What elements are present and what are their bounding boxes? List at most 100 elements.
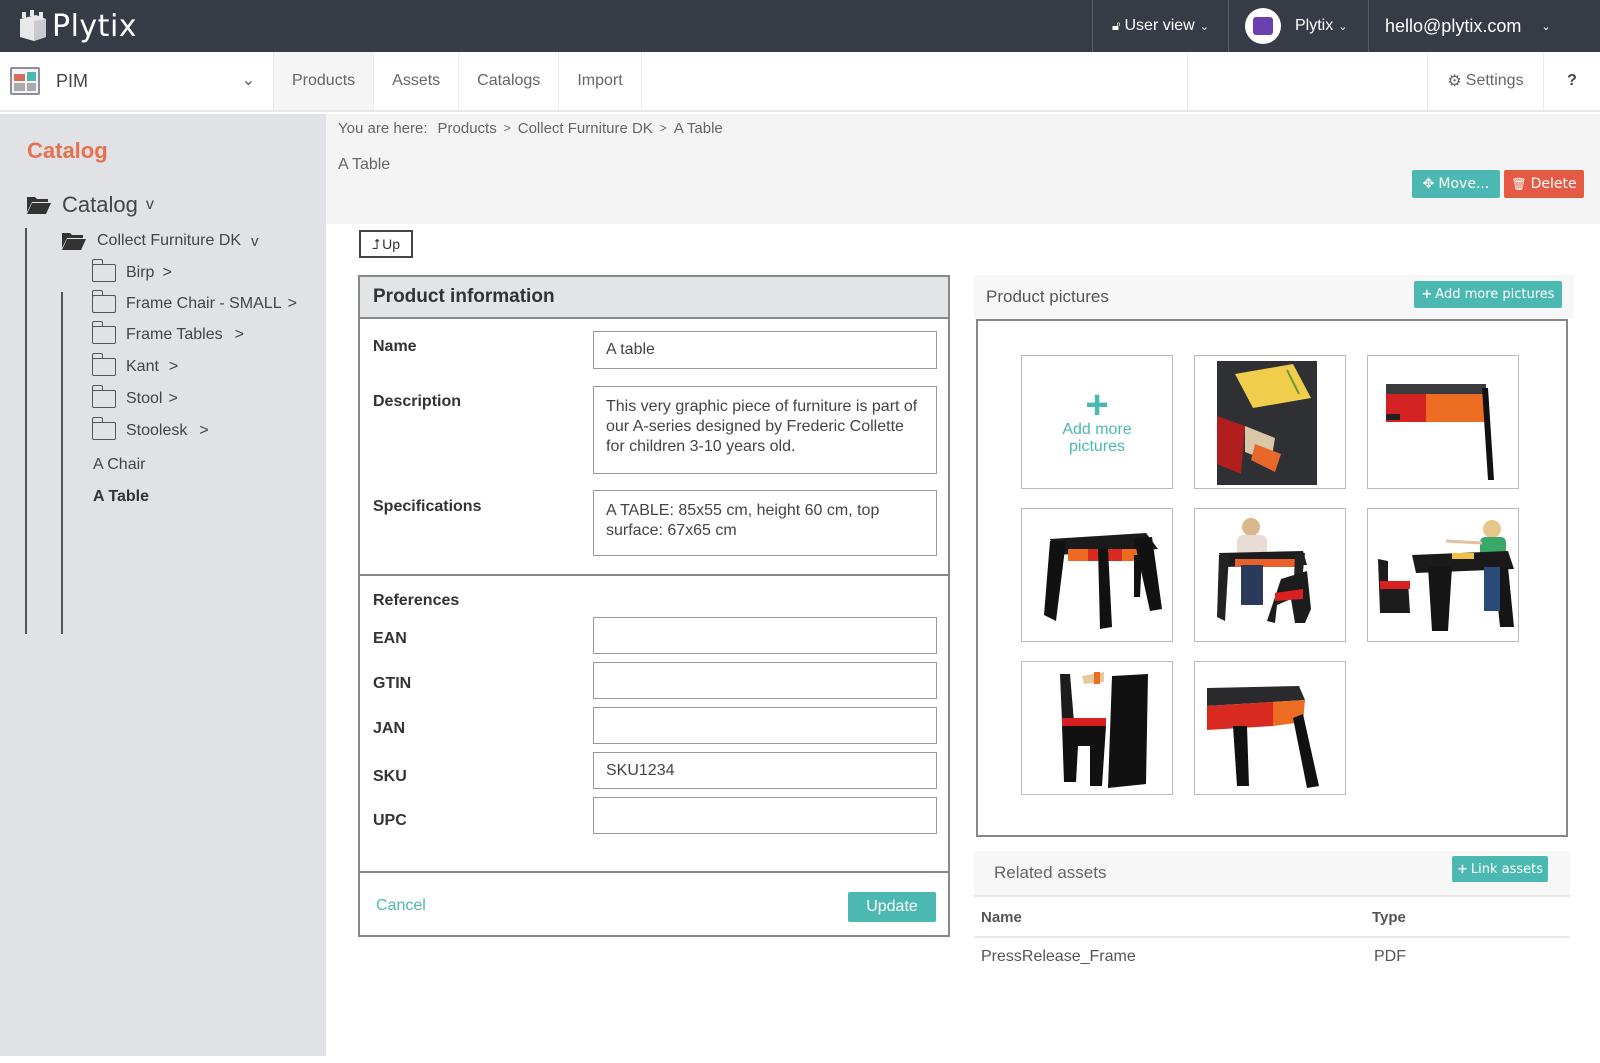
tree-label: Birp [126, 264, 155, 281]
sku-label: SKU [373, 768, 407, 785]
chevron-down-icon: ⌄ [1199, 20, 1209, 33]
folder-icon [91, 417, 116, 440]
tree-product-a-chair[interactable]: A Chair [93, 456, 145, 474]
folder-icon [91, 385, 116, 408]
nav-tabs: Products Assets Catalogs Import [274, 52, 642, 110]
ean-input[interactable] [593, 617, 937, 654]
name-label: Name [373, 338, 417, 355]
product-picture[interactable] [1367, 355, 1519, 489]
tab-products[interactable]: Products [274, 52, 375, 110]
level-up-icon: ⮥ [371, 235, 381, 252]
folder-icon [91, 259, 116, 282]
tree-label: Kant [126, 358, 159, 375]
tree-root-catalog[interactable]: Catalog v [26, 192, 154, 218]
gtin-input[interactable] [593, 662, 937, 699]
move-label: Move... [1438, 176, 1490, 192]
product-picture[interactable] [1021, 661, 1173, 795]
page-header: A Table [326, 142, 1600, 224]
brand-name: Plytix [52, 8, 138, 44]
chevron-down-icon: ⌄ [1541, 20, 1551, 33]
column-header-type[interactable]: Type [1372, 909, 1406, 926]
section-divider [360, 871, 948, 873]
delete-button[interactable]: 🗑︎ Delete [1504, 170, 1584, 198]
specifications-textarea[interactable]: A TABLE: 85x55 cm, height 60 cm, top sur… [593, 490, 937, 556]
folder-icon [91, 321, 116, 344]
pim-app-icon [10, 67, 40, 95]
chevron-right-icon: > [168, 390, 178, 407]
main-nav: PIM ⌄ Products Assets Catalogs Import ⚙ … [0, 52, 1600, 112]
add-pictures-label: Add more pictures [1435, 287, 1555, 302]
folder-open-icon [62, 233, 86, 250]
up-label: Up [382, 236, 401, 252]
product-picture[interactable] [1194, 661, 1346, 795]
related-assets-header: Related assets + Link assets [974, 851, 1570, 895]
user-email-dropdown[interactable]: hello@plytix.com ⌄ [1368, 0, 1600, 52]
name-input[interactable]: A table [593, 331, 937, 369]
table-drawers-closeup-image [1207, 686, 1319, 788]
product-picture[interactable] [1367, 508, 1519, 642]
folder-icon [91, 290, 116, 313]
breadcrumb-products[interactable]: Products [438, 120, 497, 137]
asset-name[interactable]: PressRelease_Frame [981, 948, 1136, 966]
add-pictures-button[interactable]: + Add more pictures [1414, 281, 1562, 308]
help-button[interactable]: ? [1543, 52, 1600, 110]
plytix-logo-icon [20, 10, 46, 41]
tree-label: Stool [126, 390, 163, 407]
move-button[interactable]: ✥ Move... [1412, 170, 1500, 198]
user-view-label: User view [1124, 17, 1195, 34]
tree-folder[interactable]: Kant > [91, 353, 178, 376]
user-view-dropdown[interactable]: 🔓︎ User view ⌄ [1092, 0, 1228, 52]
tree-folder[interactable]: Stoolesk > [91, 417, 209, 440]
chair-and-table-side-image [1060, 672, 1148, 788]
link-assets-button[interactable]: + Link assets [1452, 856, 1548, 882]
tree-product-a-table[interactable]: A Table [93, 488, 149, 506]
tree-group-collect-furniture[interactable]: Collect Furniture DK v [61, 231, 259, 251]
chevron-down-icon: ⌄ [1338, 20, 1348, 33]
upc-input[interactable] [593, 797, 937, 834]
description-label: Description [373, 393, 462, 410]
tree-folder[interactable]: Stool > [91, 385, 178, 408]
product-picture[interactable] [1021, 508, 1173, 642]
settings-button[interactable]: ⚙ Settings [1427, 52, 1543, 110]
breadcrumb-current: A Table [673, 119, 723, 137]
product-pictures-header: Product pictures + Add more pictures [974, 275, 1574, 319]
update-button[interactable]: Update [848, 892, 936, 922]
tree-label: Catalog [62, 192, 138, 217]
gtin-label: GTIN [373, 675, 412, 692]
table-with-child-pointing-image [1378, 520, 1514, 631]
product-picture[interactable] [1194, 355, 1346, 489]
tab-import[interactable]: Import [559, 52, 642, 110]
account-avatar [1245, 8, 1281, 44]
tree-folder[interactable]: Frame Tables > [91, 321, 244, 344]
sku-input[interactable]: SKU1234 [593, 752, 937, 789]
tab-catalogs[interactable]: Catalogs [459, 52, 560, 110]
account-dropdown[interactable]: Plytix ⌄ [1228, 0, 1368, 52]
table-with-child-and-chair-image [1217, 518, 1311, 623]
description-textarea[interactable]: This very graphic piece of furniture is … [593, 386, 937, 474]
brand-logo[interactable]: Plytix [16, 6, 137, 46]
account-label: Plytix [1295, 17, 1334, 34]
chevron-right-icon: > [162, 264, 172, 281]
chevron-right-icon: > [199, 422, 209, 439]
gear-icon: ⚙ [1447, 73, 1462, 90]
jan-input[interactable] [593, 707, 937, 744]
module-switcher[interactable]: PIM ⌄ [0, 52, 274, 110]
related-assets-title: Related assets [994, 863, 1107, 882]
product-info-header: Product information [360, 277, 948, 319]
table-top-with-drawers-image [1217, 361, 1317, 485]
product-pictures-grid: + Add more pictures [976, 319, 1568, 837]
breadcrumb-separator: > [503, 121, 511, 135]
product-picture[interactable] [1194, 508, 1346, 642]
tree-folder[interactable]: Frame Chair - SMALL > [91, 290, 297, 313]
up-button[interactable]: ⮥ Up [359, 230, 413, 258]
add-pictures-tile[interactable]: + Add more pictures [1021, 355, 1173, 489]
tree-folder[interactable]: Birp > [91, 259, 172, 282]
cancel-button[interactable]: Cancel [376, 897, 426, 915]
tree-label: Stoolesk [126, 422, 188, 439]
module-label: PIM [56, 70, 89, 91]
nav-spacer [1187, 52, 1427, 110]
tab-assets[interactable]: Assets [374, 52, 460, 110]
column-header-name[interactable]: Name [981, 909, 1022, 926]
folder-icon [91, 353, 116, 376]
breadcrumb-collect-furniture[interactable]: Collect Furniture DK [518, 120, 653, 137]
